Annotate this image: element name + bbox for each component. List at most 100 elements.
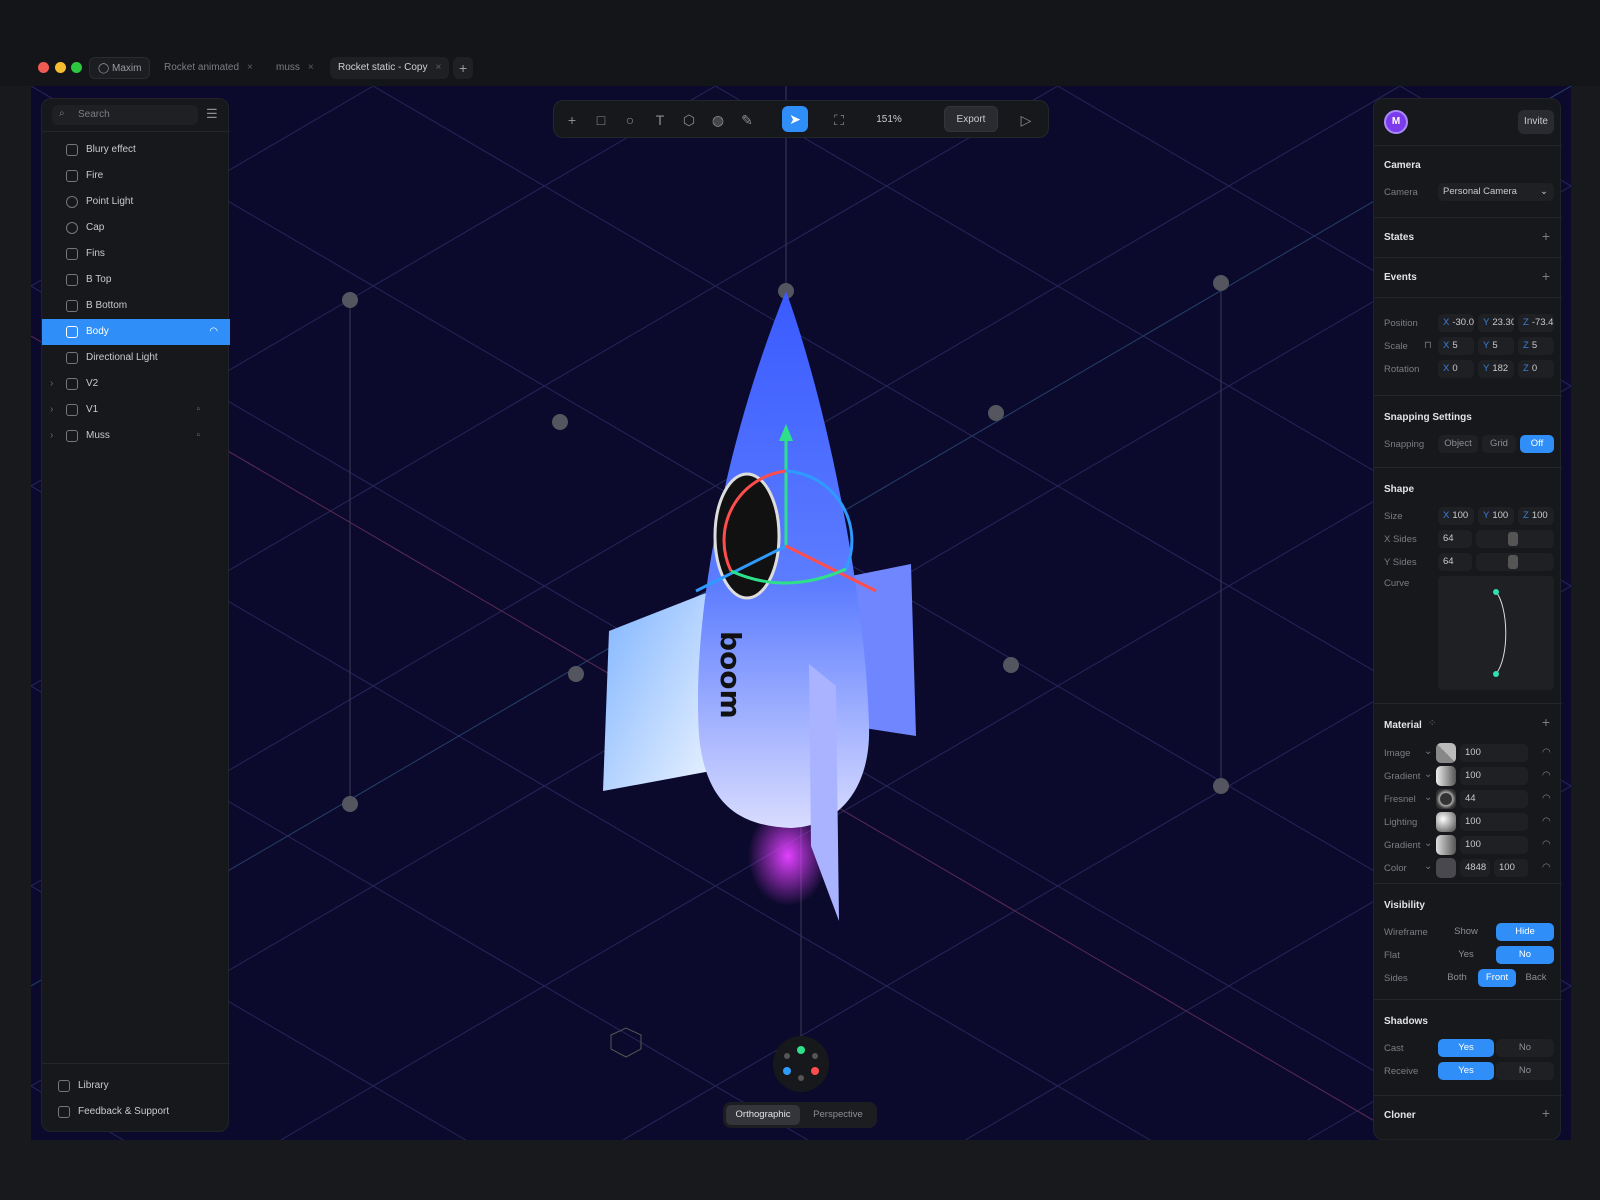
text-tool-icon[interactable]: T: [650, 110, 670, 130]
y-sides-slider[interactable]: [1476, 553, 1554, 571]
add-material-button[interactable]: +: [1542, 714, 1550, 730]
zoom-level[interactable]: 151%: [869, 110, 909, 130]
size-y[interactable]: Y 100: [1478, 507, 1514, 525]
material-value-input[interactable]: 4848: [1460, 859, 1490, 877]
chevron-right-icon[interactable]: ›: [50, 371, 53, 397]
cast-no-button[interactable]: No: [1496, 1039, 1554, 1057]
cast-yes-button[interactable]: Yes: [1438, 1039, 1494, 1057]
chevron-down-icon[interactable]: ⌄: [1424, 838, 1432, 849]
material-swatch[interactable]: [1436, 766, 1456, 786]
add-state-button[interactable]: +: [1542, 228, 1550, 244]
orientation-gizmo[interactable]: [773, 1036, 829, 1092]
menu-icon[interactable]: ☰: [206, 106, 218, 122]
layer-v2[interactable]: › V2: [42, 371, 230, 397]
sphere-tool-icon[interactable]: ◍: [708, 110, 728, 130]
layer-b-bottom[interactable]: B Bottom: [42, 293, 230, 319]
receive-no-button[interactable]: No: [1496, 1062, 1554, 1080]
rotation-y[interactable]: Y 182: [1478, 360, 1514, 378]
chevron-down-icon[interactable]: ⌄: [1424, 792, 1432, 803]
layer-v1[interactable]: › V1 ▫: [42, 397, 230, 423]
flat-yes-button[interactable]: Yes: [1438, 946, 1494, 964]
size-z[interactable]: Z 100: [1518, 507, 1554, 525]
position-z[interactable]: Z -73.4: [1518, 314, 1554, 332]
lock-icon[interactable]: ⊓: [1424, 340, 1432, 351]
material-value-input[interactable]: 100: [1460, 836, 1528, 854]
add-cloner-button[interactable]: +: [1542, 1105, 1550, 1121]
layer-fins[interactable]: Fins: [42, 241, 230, 267]
new-tab-button[interactable]: +: [453, 57, 474, 79]
pen-tool-icon[interactable]: ✎: [737, 110, 757, 130]
material-opacity-input[interactable]: 100: [1494, 859, 1528, 877]
scale-y[interactable]: Y5: [1478, 337, 1514, 355]
select-tool-icon[interactable]: ➤: [782, 106, 808, 132]
maximize-window-button[interactable]: [71, 62, 82, 73]
snap-off-button[interactable]: Off: [1520, 435, 1554, 453]
lock-icon[interactable]: ▫: [196, 423, 200, 449]
perspective-button[interactable]: Perspective: [801, 1105, 875, 1125]
curve-editor[interactable]: [1438, 576, 1554, 690]
eye-icon[interactable]: ◠: [1542, 839, 1551, 850]
material-swatch[interactable]: [1436, 858, 1456, 878]
position-y[interactable]: Y 23.30: [1478, 314, 1514, 332]
material-swatch[interactable]: [1436, 743, 1456, 763]
play-icon[interactable]: ▷: [1016, 110, 1036, 130]
y-sides-input[interactable]: 64: [1438, 553, 1472, 571]
eye-icon[interactable]: ◠: [1542, 816, 1551, 827]
layer-cap[interactable]: Cap: [42, 215, 230, 241]
layer-fire[interactable]: Fire: [42, 163, 230, 189]
rectangle-tool-icon[interactable]: □: [591, 110, 611, 130]
material-value-input[interactable]: 44: [1460, 790, 1528, 808]
slider-handle[interactable]: [1508, 555, 1518, 569]
eye-icon[interactable]: ◠: [1542, 747, 1551, 758]
eye-icon[interactable]: ◠: [1542, 793, 1551, 804]
camera-select[interactable]: Personal Camera ⌄: [1438, 183, 1554, 201]
viewport[interactable]: boom Orthographic Perspective: [31, 86, 1571, 1140]
flat-no-button[interactable]: No: [1496, 946, 1554, 964]
minimize-window-button[interactable]: [55, 62, 66, 73]
material-swatch[interactable]: [1436, 812, 1456, 832]
rocket-model[interactable]: boom: [603, 291, 916, 921]
tab-rocket-animated[interactable]: Rocket animated ×: [156, 57, 261, 79]
snap-object-button[interactable]: Object: [1438, 435, 1478, 453]
visibility-icon[interactable]: ◠: [209, 319, 218, 345]
frame-icon[interactable]: ⛶: [829, 110, 849, 130]
slider-handle[interactable]: [1508, 532, 1518, 546]
tab-muss[interactable]: muss ×: [268, 57, 322, 79]
material-value-input[interactable]: 100: [1460, 744, 1528, 762]
wireframe-show-button[interactable]: Show: [1438, 923, 1494, 941]
wireframe-hide-button[interactable]: Hide: [1496, 923, 1554, 941]
scale-z[interactable]: Z5: [1518, 337, 1554, 355]
layer-point-light[interactable]: Point Light: [42, 189, 230, 215]
close-tab-icon[interactable]: ×: [308, 62, 314, 73]
chevron-right-icon[interactable]: ›: [50, 397, 53, 423]
export-button[interactable]: Export: [944, 106, 998, 132]
add-event-button[interactable]: +: [1542, 268, 1550, 284]
chevron-down-icon[interactable]: ⌄: [1424, 769, 1432, 780]
layer-b-top[interactable]: B Top: [42, 267, 230, 293]
layer-directional-light[interactable]: Directional Light: [42, 345, 230, 371]
nav-cube-icon[interactable]: [610, 1027, 642, 1058]
feedback-link[interactable]: Feedback & Support: [42, 1099, 230, 1125]
sides-both-button[interactable]: Both: [1438, 969, 1476, 987]
library-link[interactable]: Library: [42, 1073, 230, 1099]
scale-x[interactable]: X5: [1438, 337, 1474, 355]
chevron-right-icon[interactable]: ›: [50, 423, 53, 449]
layer-muss[interactable]: › Muss ▫: [42, 423, 230, 449]
close-tab-icon[interactable]: ×: [247, 62, 253, 73]
chevron-down-icon[interactable]: ⌄: [1424, 746, 1432, 757]
tab-rocket-static-copy[interactable]: Rocket static - Copy ×: [330, 57, 450, 79]
snap-grid-button[interactable]: Grid: [1482, 435, 1516, 453]
orthographic-button[interactable]: Orthographic: [726, 1105, 800, 1125]
user-menu[interactable]: ◯ Maxim: [89, 57, 151, 79]
position-x[interactable]: X -30.0: [1438, 314, 1474, 332]
x-sides-input[interactable]: 64: [1438, 530, 1472, 548]
lock-icon[interactable]: ▫: [196, 397, 200, 423]
search-input[interactable]: Search: [52, 105, 198, 125]
eye-icon[interactable]: ◠: [1542, 770, 1551, 781]
close-window-button[interactable]: [38, 62, 49, 73]
size-x[interactable]: X 100: [1438, 507, 1474, 525]
drag-handle-icon[interactable]: ⁘: [1428, 718, 1436, 729]
rotation-x[interactable]: X0: [1438, 360, 1474, 378]
eye-icon[interactable]: ◠: [1542, 862, 1551, 873]
avatar[interactable]: M: [1384, 110, 1408, 134]
